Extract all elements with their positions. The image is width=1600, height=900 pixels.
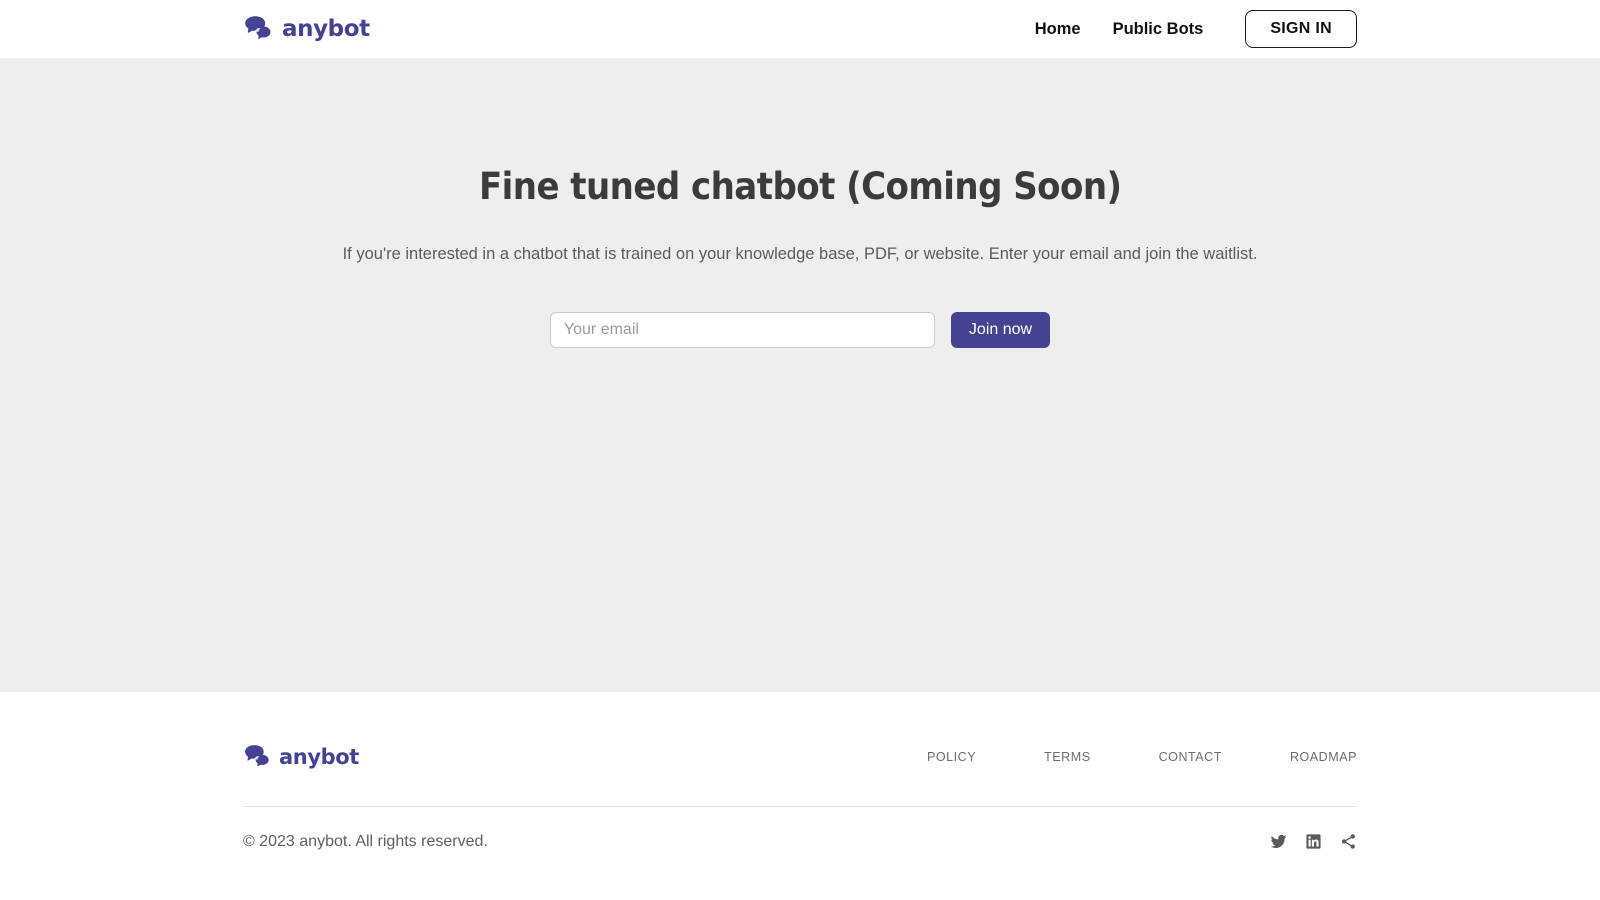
footer-navigation: POLICY TERMS CONTACT ROADMAP — [893, 744, 1357, 770]
waitlist-form: Join now — [549, 312, 1051, 349]
social-links — [1270, 833, 1357, 850]
footer-link-terms[interactable]: TERMS — [1010, 744, 1125, 770]
brand-name-footer: anybot — [279, 744, 359, 769]
copyright-text: © 2023 anybot. All rights reserved. — [243, 832, 488, 850]
join-now-button[interactable]: Join now — [950, 312, 1051, 349]
footer-link-contact[interactable]: CONTACT — [1125, 744, 1256, 770]
email-input[interactable] — [549, 312, 935, 349]
brand-name-header: anybot — [282, 15, 370, 42]
nav-link-home[interactable]: Home — [1019, 13, 1097, 46]
footer-link-roadmap[interactable]: ROADMAP — [1256, 744, 1357, 770]
footer-link-policy[interactable]: POLICY — [893, 744, 1010, 770]
page-title: Fine tuned chatbot (Coming Soon) — [478, 165, 1122, 208]
footer-top-row: anybot POLICY TERMS CONTACT ROADMAP — [243, 692, 1357, 806]
page-root: anybot Home Public Bots SIGN IN Fine tun… — [0, 0, 1600, 900]
twitter-icon[interactable] — [1270, 833, 1287, 850]
footer-bottom-row: © 2023 anybot. All rights reserved. — [243, 807, 1357, 850]
hero-section: Fine tuned chatbot (Coming Soon) If you'… — [0, 58, 1600, 692]
brand-logo-header[interactable]: anybot — [243, 15, 370, 43]
speech-bubbles-icon — [243, 15, 273, 43]
site-header: anybot Home Public Bots SIGN IN — [0, 0, 1600, 58]
share-icon[interactable] — [1340, 833, 1357, 850]
nav-link-public-bots[interactable]: Public Bots — [1097, 13, 1220, 46]
brand-logo-footer[interactable]: anybot — [243, 744, 359, 770]
primary-navigation: Home Public Bots SIGN IN — [1019, 10, 1357, 48]
hero-subtitle: If you're interested in a chatbot that i… — [342, 244, 1258, 263]
site-footer: anybot POLICY TERMS CONTACT ROADMAP © 20… — [0, 692, 1600, 900]
linkedin-icon[interactable] — [1305, 833, 1322, 850]
sign-in-button[interactable]: SIGN IN — [1245, 10, 1357, 48]
speech-bubbles-icon — [243, 744, 271, 770]
